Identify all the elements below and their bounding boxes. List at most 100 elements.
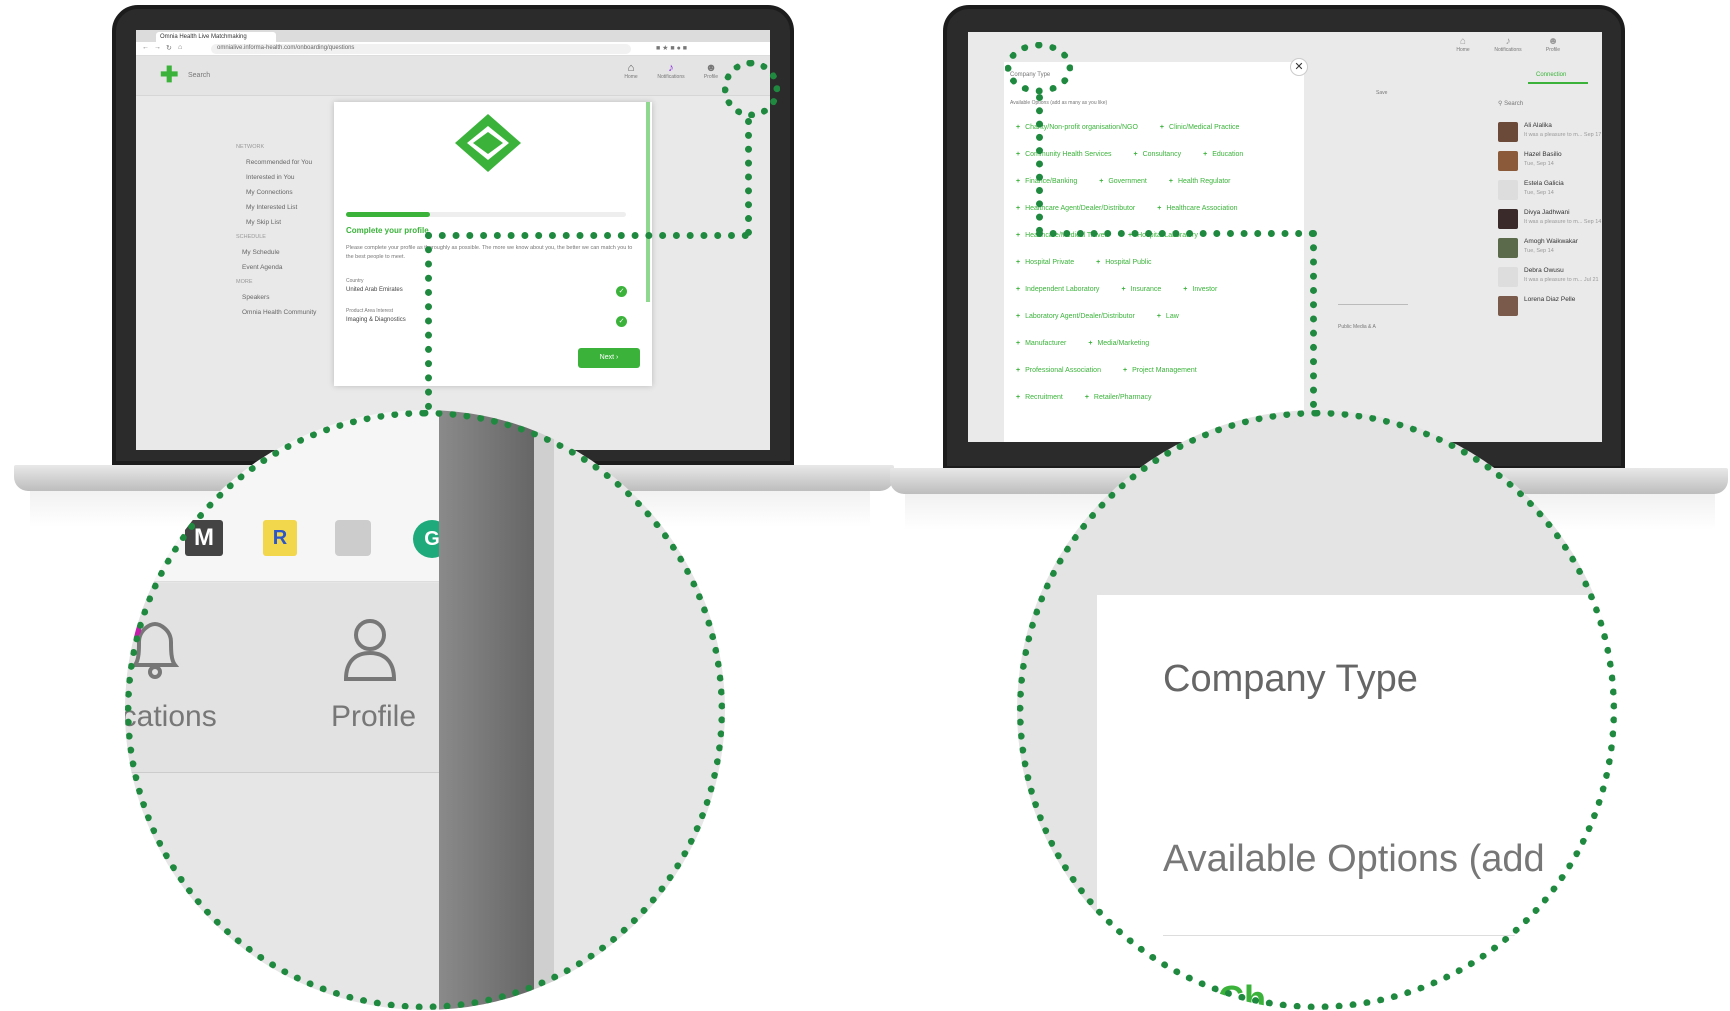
company-type-modal: ✕ Company Type Available Options (add as… [1004,58,1308,442]
company-type-option[interactable]: + Recruitment [1016,394,1063,401]
option-label: Clinic/Medical Practice [1169,124,1240,131]
sidebar-item-connections[interactable]: My Connections [236,185,336,200]
contact-item[interactable]: Ali Alalika It was a pleasure to m... Sep… [1498,120,1601,149]
app-header: ✚ Search ⌂ Home ♪ Notifications ☻ Profil… [136,56,770,96]
sidebar-item-interested-list[interactable]: My Interested List [236,200,336,215]
header-home-button[interactable]: ⌂ Home [616,62,646,80]
header-notifications-button[interactable]: ♪ Notifications [651,62,691,80]
contact-item[interactable]: Lorena Diaz Pelle [1498,294,1598,323]
company-type-option[interactable]: + Investor [1183,286,1217,293]
bg-public-media-text: Public Media & A [1338,324,1376,330]
zoom-ring-right [1017,410,1617,1010]
sidebar-item-interested[interactable]: Interested in You [236,170,336,185]
extensions-icon[interactable]: ■ ★ ■ ● ■ [656,44,687,52]
plus-icon: + [1156,313,1161,320]
profile-label: Profile [703,74,719,80]
plus-icon: + [1084,394,1089,401]
plus-icon: + [1121,286,1126,293]
company-type-option[interactable]: + Consultancy [1133,151,1181,158]
company-type-option[interactable]: + Retailer/Pharmacy [1085,394,1152,401]
contact-meta: It was a pleasure to m... Jul 21 [1524,277,1599,283]
option-row: + Laboratory Agent/Dealer/Distributor + Law [1016,303,1301,330]
sidebar-item-event-agenda[interactable]: Event Agenda [236,260,336,275]
option-label: Hospital Public [1105,259,1152,266]
reload-icon[interactable]: ↻ [166,44,172,52]
sidebar-item-skip-list[interactable]: My Skip List [236,215,336,230]
company-type-option[interactable]: + Manufacturer [1016,340,1066,347]
option-row: + Finance/Banking + Government + Health Regul… [1016,168,1301,195]
contact-item[interactable]: Estela Galicia Tue, Sep 14 [1498,178,1598,207]
next-button[interactable]: Next › [578,348,640,368]
right-header-notifications[interactable]: ♪ Notifications [1488,36,1528,53]
contact-item[interactable]: Divya Jadhwani It was a pleasure to m... … [1498,207,1602,236]
browser-tab-bar: Omnia Health Live Matchmaking [136,30,770,42]
options-list: + Charity/Non-profit organisation/NGO + Cli… [1016,114,1301,411]
product-area-value[interactable]: Imaging & Diagnostics [346,317,406,323]
contact-item[interactable]: Debra Owusu It was a pleasure to m... Jul… [1498,265,1599,294]
tab-connections[interactable]: Connection [1536,72,1566,78]
company-type-option[interactable]: + Professional Association [1016,367,1101,374]
modal-scrollbar[interactable] [646,102,650,302]
company-type-option[interactable]: + Healthcare Association [1157,205,1237,212]
avatar [1498,296,1518,316]
plus-icon: + [1016,124,1021,131]
callout-line [1036,230,1316,237]
callout-line [1036,94,1043,234]
bell-icon: ♪ [668,62,674,74]
right-header-home[interactable]: ⌂ Home [1448,36,1478,53]
connections-search[interactable]: ⚲ Search [1498,100,1523,107]
country-label: Country [346,278,364,284]
left-sidebar: NETWORK Recommended for You Interested i… [236,140,336,320]
company-type-option[interactable]: + Finance/Banking [1016,178,1077,185]
close-icon[interactable]: ✕ [1290,58,1308,76]
zoom-ring-left [125,410,725,1010]
company-type-option[interactable]: + Community Health Services [1016,151,1111,158]
sidebar-item-my-schedule[interactable]: My Schedule [236,245,336,260]
company-type-option[interactable]: + Project Management [1123,367,1197,374]
company-type-option[interactable]: + Health Regulator [1169,178,1231,185]
company-type-option[interactable]: + Law [1157,313,1179,320]
sidebar-item-recommended[interactable]: Recommended for You [236,155,336,170]
option-row: + Recruitment + Retailer/Pharmacy [1016,384,1301,411]
company-type-option[interactable]: + Media/Marketing [1088,340,1149,347]
contact-item[interactable]: Hazel Basilio Tue, Sep 14 [1498,149,1598,178]
option-row: + Charity/Non-profit organisation/NGO + Cli… [1016,114,1301,141]
company-type-option[interactable]: + Clinic/Medical Practice [1160,124,1240,131]
plus-icon: + [1016,367,1021,374]
company-type-option[interactable]: + Education [1203,151,1243,158]
company-type-option[interactable]: + Government [1099,178,1147,185]
option-label: Health Regulator [1177,178,1231,185]
browser-tab[interactable]: Omnia Health Live Matchmaking [156,32,276,42]
avatar [1498,122,1518,142]
contact-meta: It was a pleasure to m... Sep 14 [1524,219,1602,225]
option-label: Hospital Private [1025,259,1075,266]
contact-item[interactable]: Amogh Waikwakar Tue, Sep 14 [1498,236,1598,265]
company-type-option[interactable]: + Charity/Non-profit organisation/NGO [1016,124,1138,131]
back-icon[interactable]: ← [142,44,149,51]
company-type-option[interactable]: + Healthcare Agent/Dealer/Distributor [1016,205,1135,212]
header-profile-button[interactable]: ☻ Profile [696,62,726,80]
country-value[interactable]: United Arab Emirates [346,287,403,293]
company-type-option[interactable]: + Laboratory Agent/Dealer/Distributor [1016,313,1135,320]
plus-icon: + [1016,205,1021,212]
company-type-option[interactable]: + Independent Laboratory [1016,286,1099,293]
home-label: Home [624,74,638,80]
right-header-profile[interactable]: ☻ Profile [1538,36,1568,53]
search-input[interactable]: Search [188,72,210,79]
option-label: Media/Marketing [1097,340,1150,347]
sidebar-item-speakers[interactable]: Speakers [236,290,336,305]
company-type-option[interactable]: + Hospital Private [1016,259,1074,266]
forward-icon[interactable]: → [154,44,161,51]
option-label: Finance/Banking [1025,178,1078,185]
sidebar-item-community[interactable]: Omnia Health Community [236,305,336,320]
plus-icon: + [1183,286,1188,293]
option-label: Healthcare Association [1166,205,1238,212]
company-type-option[interactable]: + Insurance [1121,286,1161,293]
notifications-label: Notifications [1494,47,1522,53]
onboarding-modal: Complete your profile Please complete yo… [334,102,652,386]
modal-title: Complete your profile [346,226,429,235]
company-type-option[interactable]: + Hospital Public [1096,259,1151,266]
url-input[interactable]: omnialive.informa-health.com/onboarding/… [211,44,631,54]
home-browser-icon[interactable]: ⌂ [178,44,182,51]
tab-underline [1528,82,1588,84]
